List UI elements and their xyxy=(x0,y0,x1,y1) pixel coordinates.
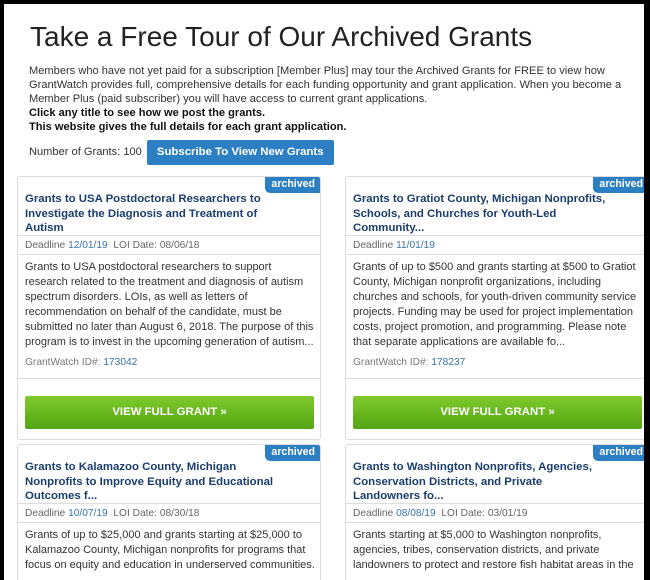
deadline-label: Deadline xyxy=(25,240,66,251)
archived-badge: archived xyxy=(593,445,644,461)
description-line: Kalamazoo County, Michigan nonprofits fo… xyxy=(25,544,306,556)
deadline-value: 08/08/19 xyxy=(396,508,436,519)
description-line: focus on equity and education in underse… xyxy=(25,559,315,571)
divider xyxy=(346,235,644,236)
grantwatch-id-label: GrantWatch ID#: xyxy=(25,357,101,368)
grant-description: Grants to USA postdoctoral researchers t… xyxy=(25,260,315,350)
intro-text: Members who have not yet paid for a subs… xyxy=(29,64,629,134)
click-title-note: Click any title to see how we post the g… xyxy=(29,107,266,119)
description-line: spectrum disorders. LOIs, as well as let… xyxy=(25,291,248,303)
description-line: submitted no later than August 6, 2018. … xyxy=(25,321,314,333)
deadline-row: Deadline 11/01/19 xyxy=(353,240,435,251)
description-line: agencies, tribes, conservation districts… xyxy=(353,544,600,556)
description-line: Grants to USA postdoctoral researchers t… xyxy=(25,261,272,273)
divider xyxy=(18,503,320,504)
grantwatch-id: GrantWatch ID#: 173042 xyxy=(25,357,137,368)
grantwatch-id-label: GrantWatch ID#: xyxy=(353,357,429,368)
intro-line: GrantWatch provides full, comprehensive … xyxy=(29,79,622,91)
page: Take a Free Tour of Our Archived Grants … xyxy=(4,4,644,580)
grant-title-link[interactable]: Grants to USA Postdoctoral Researchers t… xyxy=(25,192,284,236)
archived-badge: archived xyxy=(265,177,320,193)
grant-card: archived Grants to USA Postdoctoral Rese… xyxy=(17,176,321,440)
loi-date: LOI Date: 08/06/18 xyxy=(113,240,200,251)
view-full-grant-button[interactable]: VIEW FULL GRANT » xyxy=(25,396,314,429)
description-line: program is to invest in the upcoming gen… xyxy=(25,336,314,348)
intro-bold-line: Click any title to see how we post the g… xyxy=(29,106,629,120)
grantwatch-id-value: 178237 xyxy=(431,357,466,368)
view-full-grant-button[interactable]: VIEW FULL GRANT » xyxy=(353,396,642,429)
grant-card: archived Grants to Washington Nonprofits… xyxy=(345,444,644,580)
description-line: that separate applications are available… xyxy=(353,336,566,348)
page-title: Take a Free Tour of Our Archived Grants xyxy=(30,21,533,52)
divider xyxy=(346,522,644,523)
deadline-value: 12/01/19 xyxy=(68,240,108,251)
description-line: landowners to protect and restore fish h… xyxy=(353,559,634,571)
divider xyxy=(18,254,320,255)
grant-description: Grants starting at $5,000 to Washington … xyxy=(353,528,643,573)
description-line: research related to the treatment and di… xyxy=(25,276,304,288)
grant-card: archived Grants to Gratiot County, Michi… xyxy=(345,176,644,440)
divider xyxy=(346,254,644,255)
grantwatch-id: GrantWatch ID#: 178237 xyxy=(353,357,465,368)
grantwatch-id-value: 173042 xyxy=(103,357,138,368)
loi-date: LOI Date: 08/30/18 xyxy=(113,508,200,519)
divider xyxy=(18,378,320,379)
grant-title-link[interactable]: Grants to Washington Nonprofits, Agencie… xyxy=(353,460,612,504)
divider xyxy=(18,235,320,236)
divider xyxy=(346,378,644,379)
deadline-value: 11/01/19 xyxy=(396,240,435,251)
intro-line: Member Plus (paid subscriber) you will h… xyxy=(29,93,428,105)
description-line: Grants starting at $5,000 to Washington … xyxy=(353,529,602,541)
description-line: Grants of up to $500 and grants starting… xyxy=(353,261,636,273)
grant-count-label: Number of Grants: 100 xyxy=(29,146,142,158)
description-line: recommendation on behalf of the candidat… xyxy=(25,306,282,318)
intro-bold-line: This website gives the full details for … xyxy=(29,120,629,134)
grant-title-link[interactable]: Grants to Kalamazoo County, Michigan Non… xyxy=(25,460,284,504)
description-line: County, Michigan nonprofit organizations… xyxy=(353,276,602,288)
grant-description: Grants of up to $500 and grants starting… xyxy=(353,260,643,350)
loi-date: LOI Date: 03/01/19 xyxy=(441,508,528,519)
grant-title-link[interactable]: Grants to Gratiot County, Michigan Nonpr… xyxy=(353,192,612,236)
deadline-value: 10/07/19 xyxy=(68,508,108,519)
archived-badge: archived xyxy=(593,177,644,193)
deadline-label: Deadline xyxy=(353,508,394,519)
deadline-label: Deadline xyxy=(25,508,66,519)
intro-line: Members who have not yet paid for a subs… xyxy=(29,65,605,77)
divider xyxy=(18,522,320,523)
deadline-row: Deadline 12/01/19 LOI Date: 08/06/18 xyxy=(25,240,199,251)
deadline-row: Deadline 10/07/19 LOI Date: 08/30/18 xyxy=(25,508,199,519)
grant-card: archived Grants to Kalamazoo County, Mic… xyxy=(17,444,321,580)
divider xyxy=(346,503,644,504)
description-line: projects. Funding may be used for projec… xyxy=(353,306,634,318)
archived-badge: archived xyxy=(265,445,320,461)
full-details-note: This website gives the full details for … xyxy=(29,121,347,133)
subscribe-button[interactable]: Subscribe To View New Grants xyxy=(146,139,334,165)
description-line: Grants of up to $25,000 and grants start… xyxy=(25,529,303,541)
deadline-label: Deadline xyxy=(353,240,394,251)
description-line: costs, project promotion, and programmin… xyxy=(353,321,627,333)
grant-count-row: Number of Grants: 100 Subscribe To View … xyxy=(29,139,334,165)
deadline-row: Deadline 08/08/19 LOI Date: 03/01/19 xyxy=(353,508,527,519)
description-line: churches and schools, for youth-driven c… xyxy=(353,291,637,303)
grant-description: Grants of up to $25,000 and grants start… xyxy=(25,528,315,573)
